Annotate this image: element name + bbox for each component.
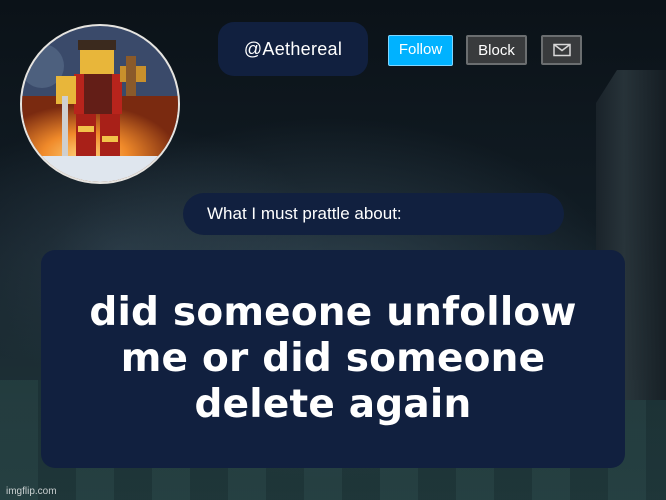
about-heading-pill: What I must prattle about:: [183, 193, 564, 235]
mail-icon: [552, 43, 571, 57]
about-heading: What I must prattle about:: [207, 204, 402, 223]
username-pill: @Aethereal: [218, 22, 368, 76]
follow-button[interactable]: Follow: [388, 35, 453, 66]
avatar-image: [22, 26, 178, 182]
watermark: imgflip.com: [6, 486, 57, 497]
avatar[interactable]: [20, 24, 180, 184]
about-content-panel: did someone unfollow me or did someone d…: [41, 250, 625, 468]
about-body-text: did someone unfollow me or did someone d…: [89, 290, 577, 427]
message-button[interactable]: [541, 35, 582, 65]
username-label: @Aethereal: [243, 39, 343, 59]
block-button[interactable]: Block: [466, 35, 527, 65]
